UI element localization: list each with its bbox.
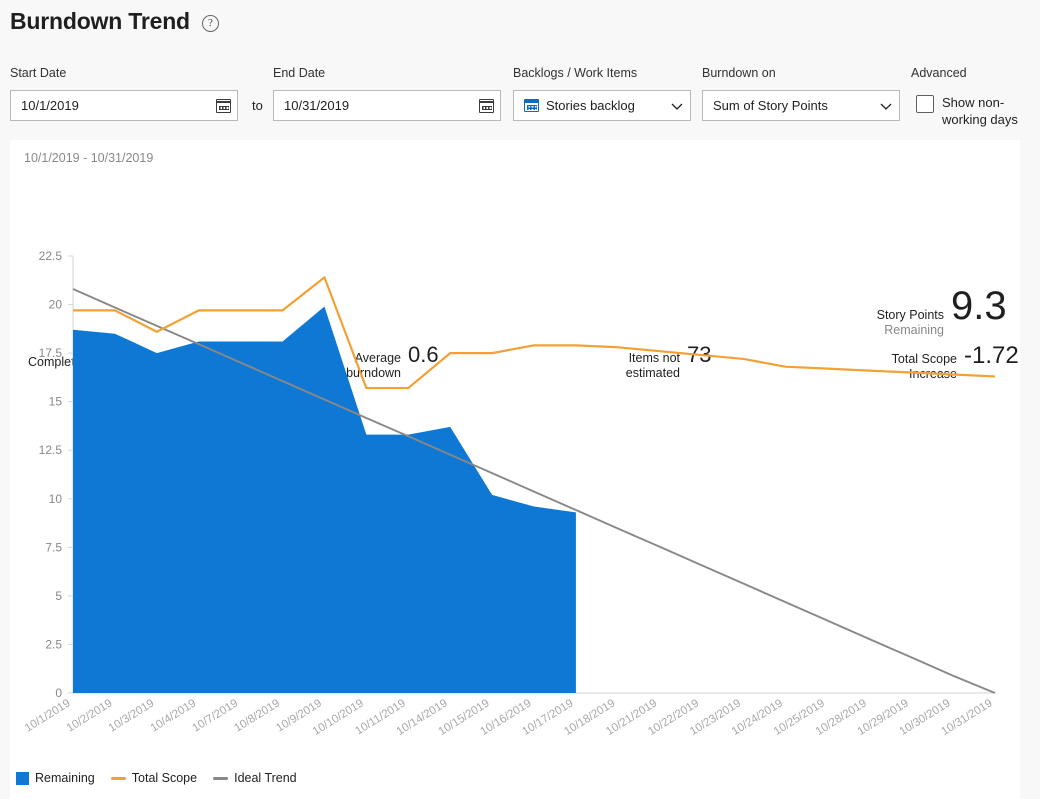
legend-label-remaining: Remaining [35, 771, 95, 785]
x-axis-tick-label: 10/4/2019 [149, 697, 199, 734]
burndown-on-dropdown[interactable]: Sum of Story Points [702, 90, 900, 121]
show-non-working-days-option[interactable]: Show non-working days [916, 94, 1028, 128]
legend-label-ideal-trend: Ideal Trend [234, 771, 297, 785]
show-non-working-days-checkbox[interactable] [916, 95, 934, 113]
start-date-value: 10/1/2019 [21, 98, 79, 113]
question-circle-icon[interactable]: ? [201, 14, 219, 32]
legend-item-total-scope[interactable]: Total Scope [110, 771, 198, 785]
y-axis-tick-label: 0 [55, 686, 62, 700]
chart-card: 10/1/2019 - 10/31/2019 Completed 48% Ave… [10, 140, 1020, 799]
start-date-label: Start Date [10, 66, 67, 80]
burndown-trend-page: Burndown Trend ? Start Date 10/1/2019 to… [0, 0, 1040, 799]
y-axis-tick-label: 22.5 [39, 249, 63, 263]
y-axis-tick-label: 7.5 [45, 540, 62, 554]
end-date-label: End Date [273, 66, 326, 80]
legend-swatch-ideal-trend [213, 776, 229, 780]
backlog-value: Stories backlog [546, 98, 635, 113]
y-axis-tick-label: 20 [49, 298, 63, 312]
y-axis-tick-label: 12.5 [39, 443, 63, 457]
filter-toolbar: Start Date 10/1/2019 to End Date 10/31/2… [0, 58, 1040, 138]
backlog-dropdown[interactable]: Stories backlog [513, 90, 691, 121]
y-axis-tick-label: 5 [55, 589, 62, 603]
start-date-input[interactable]: 10/1/2019 [10, 90, 238, 121]
legend-item-remaining[interactable]: Remaining [16, 771, 95, 785]
to-label: to [252, 98, 263, 113]
x-axis-tick-label: 10/8/2019 [232, 697, 282, 734]
calendar-icon[interactable] [479, 98, 494, 113]
x-axis-tick-label: 10/1/2019 [23, 697, 73, 734]
page-title: Burndown Trend [10, 8, 190, 34]
legend-label-total-scope: Total Scope [131, 771, 198, 785]
page-header: Burndown Trend ? [10, 6, 219, 36]
legend-swatch-remaining [16, 771, 29, 785]
x-axis-tick-label: 10/3/2019 [107, 697, 157, 734]
calendar-icon[interactable] [216, 98, 231, 113]
series-area-remaining [73, 306, 576, 693]
burndown-on-value: Sum of Story Points [713, 98, 828, 113]
y-axis-tick-label: 17.5 [39, 346, 63, 360]
chevron-down-icon[interactable] [879, 99, 893, 113]
burndown-chart[interactable]: 0 2.5 5 7.5 10 12.5 15 17.5 20 22.5 10/1/2019 10/2/… [10, 140, 1020, 799]
show-non-working-days-label: Show non-working days [942, 95, 1018, 127]
legend-swatch-total-scope [110, 776, 126, 780]
y-axis-tick-label: 10 [49, 492, 63, 506]
x-axis-tick-label: 10/7/2019 [190, 697, 240, 734]
chevron-down-icon[interactable] [670, 99, 684, 113]
chart-legend: Remaining Total Scope Ideal Trend [16, 771, 297, 785]
advanced-label: Advanced [911, 66, 967, 80]
backlog-grid-icon [524, 99, 539, 112]
y-axis-tick-label: 2.5 [45, 637, 62, 651]
end-date-input[interactable]: 10/31/2019 [273, 90, 501, 121]
end-date-value: 10/31/2019 [284, 98, 350, 113]
backlog-label: Backlogs / Work Items [513, 66, 638, 80]
y-axis-tick-label: 15 [49, 395, 63, 409]
x-axis-tick-label: 10/2/2019 [65, 697, 115, 734]
legend-item-ideal-trend[interactable]: Ideal Trend [213, 771, 297, 785]
burndown-on-label: Burndown on [702, 66, 776, 80]
